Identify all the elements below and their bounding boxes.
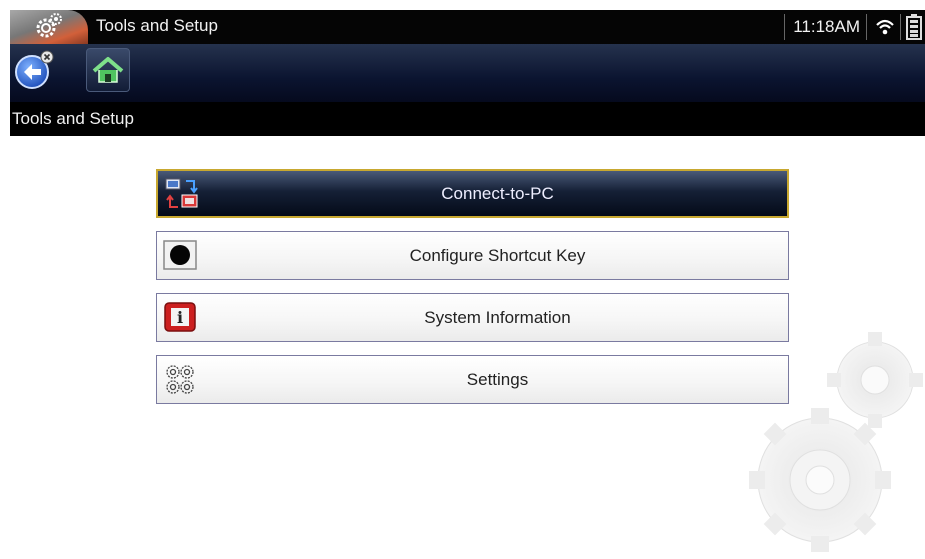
status-divider [866,14,867,40]
window-title: Tools and Setup [96,16,218,35]
status-divider [784,14,785,40]
gear-watermark-icon [725,330,925,559]
menu-item-label: Connect-to-PC [441,184,554,203]
home-icon [92,57,124,83]
menu-item-label: Configure Shortcut Key [409,246,586,265]
menu-item-label: Settings [466,370,529,389]
menu-item-settings[interactable]: Settings [156,355,789,404]
menu-item-configure-shortcut-key[interactable]: Configure Shortcut Key [156,231,789,280]
back-arrow-icon [15,50,54,89]
breadcrumb-text: Tools and Setup [12,109,134,128]
menu-item-system-information[interactable]: i System Information [156,293,789,342]
home-button[interactable] [86,48,130,92]
status-divider [900,14,901,40]
breadcrumb: Tools and Setup [10,102,925,136]
title-bar: Tools and Setup 11:18AM [10,10,925,44]
menu-item-label: System Information [424,308,571,327]
wifi-icon [875,18,895,41]
gears-icon[interactable] [10,10,88,44]
clock: 11:18AM [793,17,860,36]
battery-icon [906,14,922,45]
toolbar [10,44,925,102]
back-button[interactable] [12,48,56,92]
menu-item-connect-to-pc[interactable]: Connect-to-PC [156,169,789,218]
